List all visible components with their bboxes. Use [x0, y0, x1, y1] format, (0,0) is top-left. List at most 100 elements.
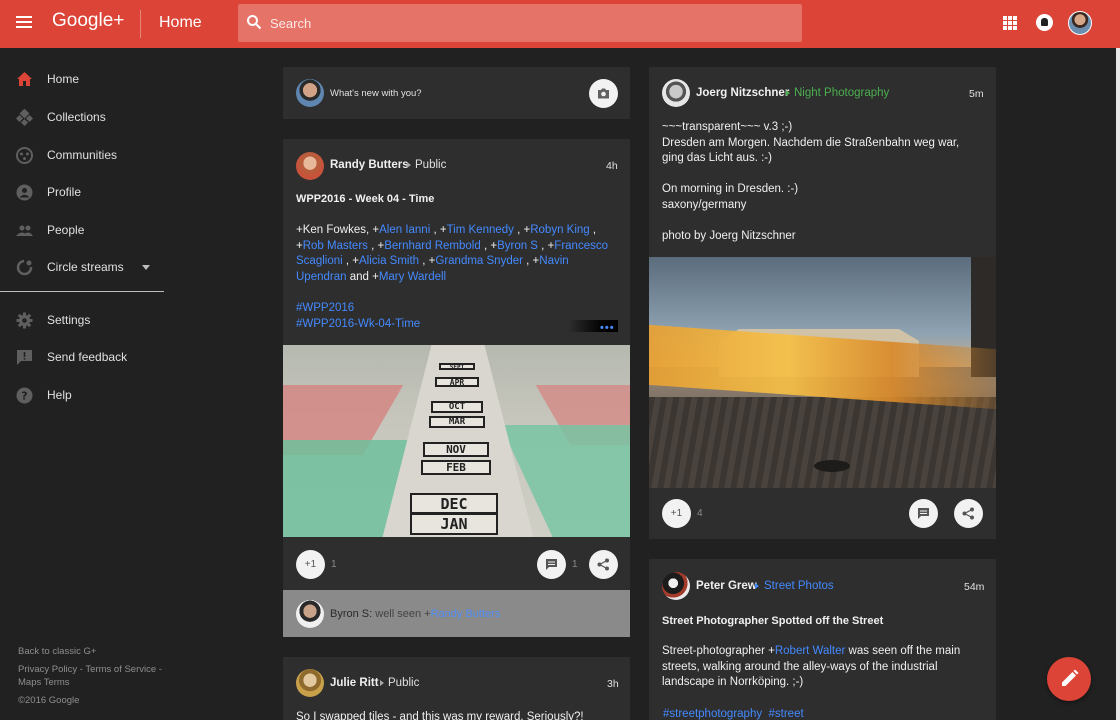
sidebar-item-label: Circle streams	[47, 260, 124, 274]
mention-text: +Ken Fowkes, +	[296, 224, 380, 236]
profile-icon	[16, 184, 33, 201]
collections-icon	[16, 109, 33, 126]
avatar[interactable]	[662, 572, 690, 600]
post-community[interactable]: Night Photography	[794, 87, 889, 99]
mention-link[interactable]: Bernhard Rembold	[384, 240, 481, 252]
mention-text: and +	[346, 270, 379, 283]
mention-link[interactable]: Robyn King	[530, 224, 589, 236]
plus-one-count: 4	[697, 508, 703, 519]
sidebar-item-profile[interactable]: Profile	[0, 174, 164, 210]
mention-text: , +	[522, 255, 540, 267]
sidebar-item-send-feedback[interactable]: Send feedback	[0, 339, 164, 375]
post-line: On morning in Dresden. :-)	[662, 183, 799, 195]
search-input[interactable]	[270, 13, 780, 33]
privacy-link[interactable]: Privacy Policy	[18, 664, 77, 675]
apps-grid-icon[interactable]	[1003, 16, 1017, 30]
maps-terms-link[interactable]: Maps Terms	[18, 677, 70, 688]
post-author[interactable]: Julie Ritt	[330, 677, 379, 689]
post-time[interactable]: 5m	[969, 88, 984, 100]
post-community[interactable]: Street Photos	[764, 580, 834, 592]
share-button[interactable]	[589, 550, 618, 579]
mention-text: , +	[513, 224, 531, 236]
more-dots-icon[interactable]: •••	[600, 322, 615, 334]
post-title: WPP2016 - Week 04 - Time	[296, 193, 435, 205]
month-plaque: JAN	[410, 513, 498, 535]
help-icon: ?	[16, 387, 33, 404]
page-scrollbar[interactable]	[1116, 48, 1120, 720]
header-divider	[140, 10, 141, 38]
mention-link[interactable]: Rob Masters	[303, 240, 368, 252]
composer-prompt[interactable]: What's new with you?	[330, 88, 422, 99]
mention-link[interactable]: Byron S	[497, 240, 538, 252]
mention-link[interactable]: Alen Ianni	[379, 224, 430, 236]
hashtag-link[interactable]: #WPP2016	[296, 302, 354, 314]
avatar[interactable]	[296, 669, 324, 697]
post-photo[interactable]: SEPT APR OCT MAR NOV FEB DEC JAN	[283, 345, 630, 537]
notifications-icon[interactable]	[1036, 14, 1053, 31]
post-photo[interactable]	[649, 257, 996, 488]
comment-button[interactable]	[909, 499, 938, 528]
hashtag-list: #WPP2016 #WPP2016-Wk-04-Time	[296, 301, 420, 332]
settings-icon	[16, 312, 33, 329]
month-plaque: MAR	[429, 416, 485, 428]
top-app-bar: Google+ Home	[0, 0, 1120, 48]
mention-link[interactable]: Robert Walter	[775, 645, 846, 657]
camera-icon	[598, 88, 609, 99]
sidebar-item-label: Home	[47, 72, 80, 86]
composer-card[interactable]: What's new with you?	[283, 67, 630, 119]
sidebar-item-home[interactable]: Home	[0, 61, 164, 97]
sidebar-item-label: Help	[47, 388, 72, 402]
camera-button[interactable]	[589, 79, 618, 108]
post-visibility: Public	[415, 159, 447, 171]
mention-link[interactable]: Mary Wardell	[379, 271, 446, 283]
terms-link[interactable]: Terms of Service	[85, 664, 156, 675]
mention-text: , +	[480, 239, 498, 252]
search-box[interactable]	[238, 4, 802, 42]
avatar[interactable]	[662, 79, 690, 107]
mention-link[interactable]: Randy Butters	[431, 608, 501, 620]
sidebar-item-collections[interactable]: Collections	[0, 99, 164, 135]
comment-preview[interactable]: Byron S: well seen +Randy Butters	[283, 590, 630, 637]
avatar[interactable]	[296, 152, 324, 180]
post-card-julie: Julie Ritt Public 3h So I swapped tiles …	[283, 657, 630, 720]
chevron-down-icon[interactable]	[142, 265, 150, 270]
post-author[interactable]: Peter Grew	[696, 580, 757, 592]
sidebar-item-circle-streams[interactable]: Circle streams	[0, 249, 164, 285]
post-author[interactable]: Randy Butters	[330, 159, 409, 171]
hashtag-link[interactable]: #WPP2016-Wk-04-Time	[296, 318, 420, 330]
post-time[interactable]: 4h	[606, 160, 618, 172]
sidebar-item-help[interactable]: ? Help	[0, 377, 164, 413]
mention-text: , +	[367, 239, 385, 252]
sidebar-item-communities[interactable]: Communities	[0, 137, 164, 173]
post-text: Street-photographer +	[662, 645, 775, 657]
month-plaque: NOV	[423, 442, 489, 457]
classic-link[interactable]: Back to classic G+	[18, 646, 96, 659]
mention-link[interactable]: Alicia Smith	[359, 255, 419, 267]
svg-text:?: ?	[21, 390, 27, 403]
sidebar-item-label: Profile	[47, 185, 82, 199]
sidebar: Home Collections Communities Profile Peo…	[0, 48, 164, 720]
compose-fab[interactable]	[1047, 657, 1091, 701]
brand-logo[interactable]: Google+	[52, 10, 124, 32]
sidebar-item-people[interactable]: People	[0, 212, 164, 248]
post-author[interactable]: Joerg Nitzschner	[696, 87, 789, 99]
comment-button[interactable]	[537, 550, 566, 579]
plus-one-button[interactable]: +1	[662, 499, 691, 528]
plus-one-button[interactable]: +1	[296, 550, 325, 579]
mention-link[interactable]: Grandma Snyder	[435, 255, 523, 267]
photo-manhole	[814, 460, 850, 472]
post-time[interactable]: 54m	[964, 581, 984, 593]
account-avatar[interactable]	[1068, 11, 1092, 35]
post-line: saxony/germany	[662, 198, 747, 211]
hashtag-link[interactable]: #streetphotography	[663, 708, 762, 720]
post-time[interactable]: 3h	[607, 678, 619, 690]
hashtag-link[interactable]: #street	[769, 708, 804, 720]
share-button[interactable]	[954, 499, 983, 528]
share-icon	[597, 558, 609, 571]
mention-link[interactable]: Tim Kennedy	[447, 224, 514, 236]
menu-icon[interactable]	[14, 13, 34, 33]
sidebar-item-settings[interactable]: Settings	[0, 302, 164, 338]
avatar[interactable]	[296, 600, 324, 628]
comment-author[interactable]: Byron S:	[330, 608, 372, 620]
copyright: ©2016 Google	[18, 695, 80, 706]
